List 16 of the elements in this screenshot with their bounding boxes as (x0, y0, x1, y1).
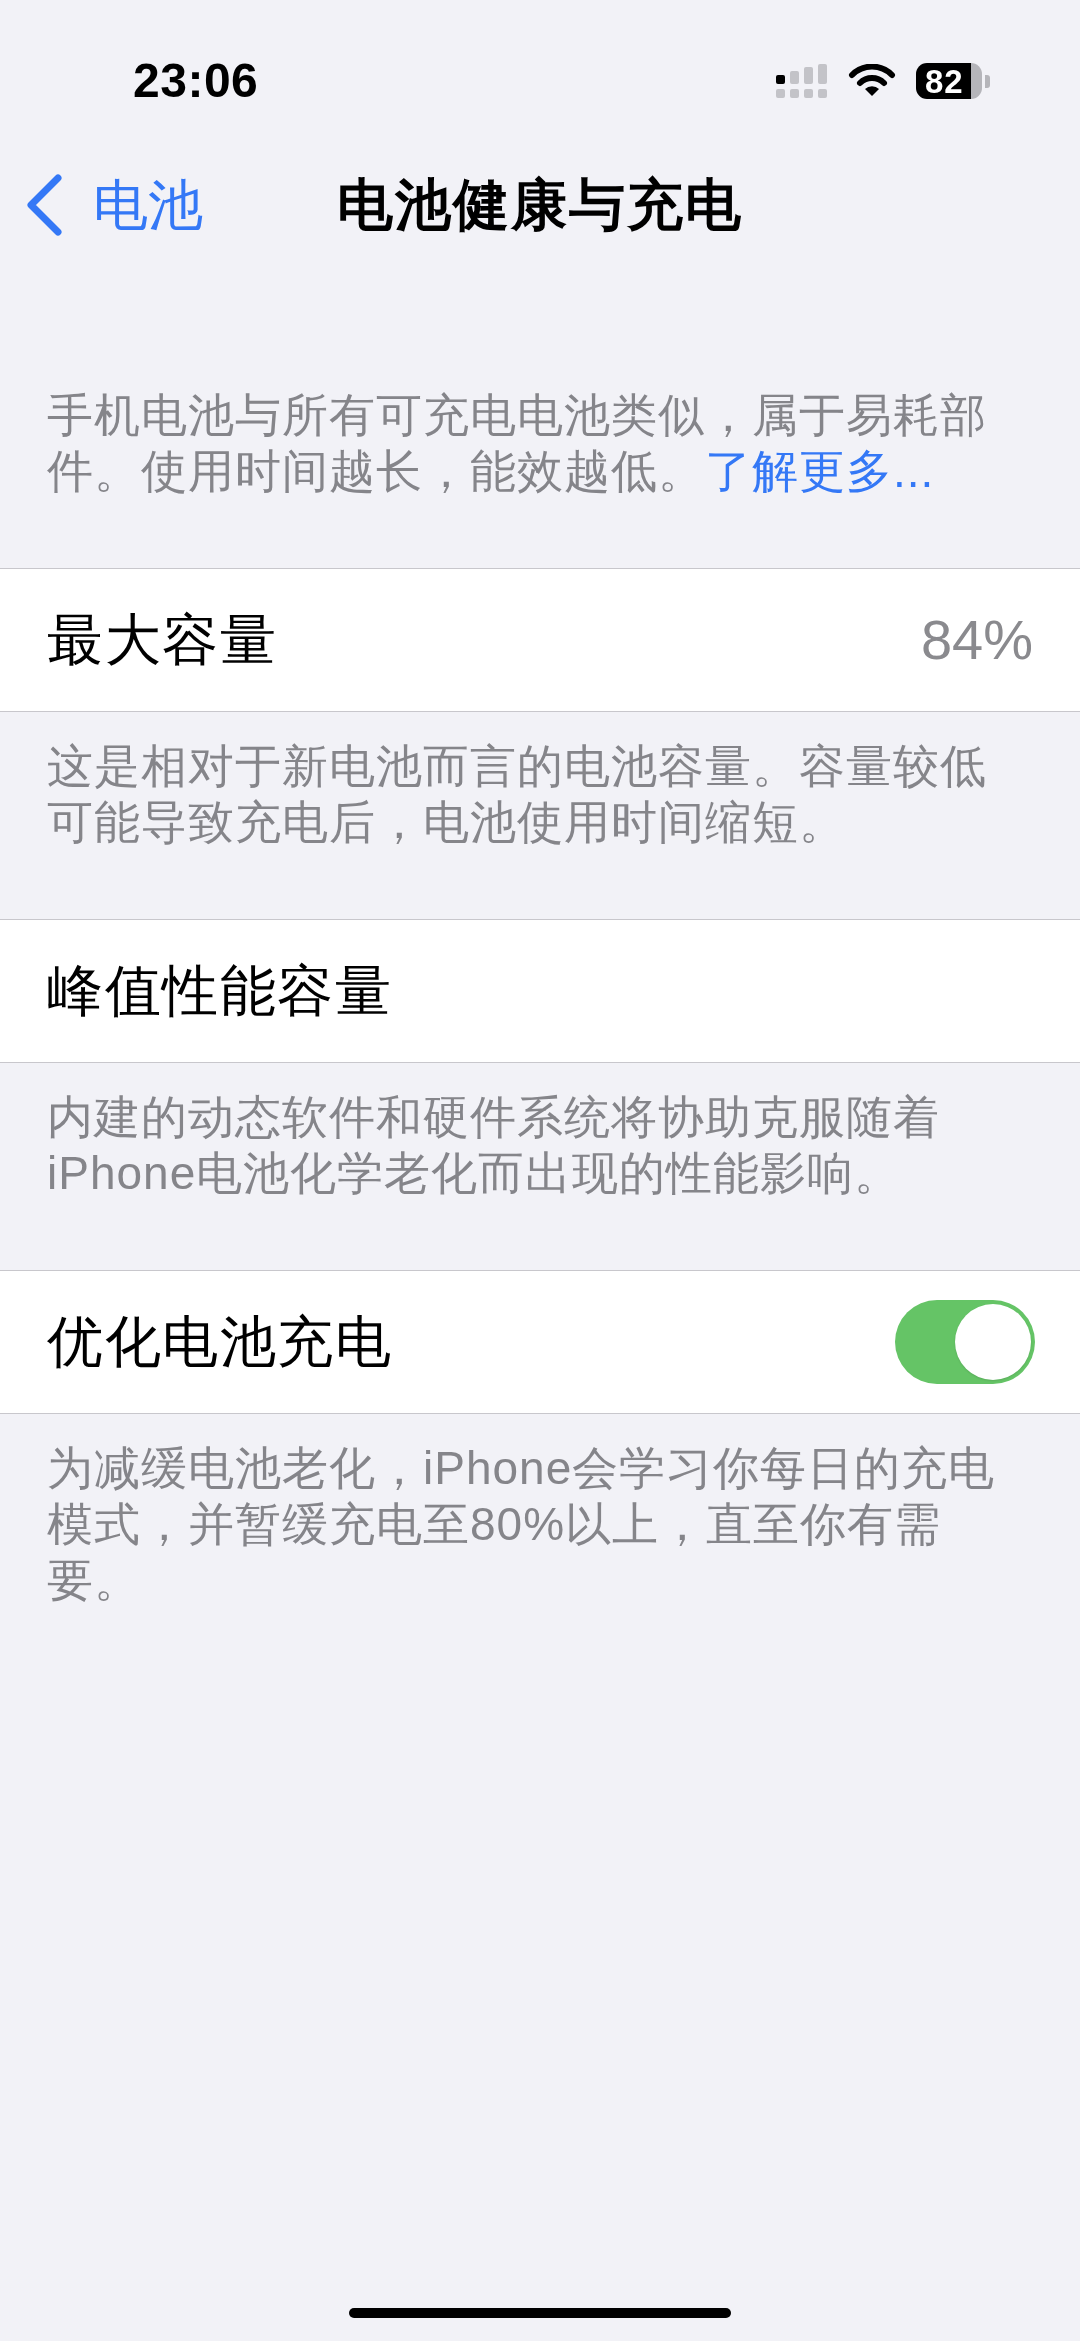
intro-text: 手机电池与所有可充电电池类似，属于易耗部件。使用时间越长，能效越低。了解更多... (47, 388, 988, 499)
footer-text: 这是相对于新电池而言的电池容量。容量较低可能导致充电后，电池使用时间缩短。 (47, 739, 988, 850)
battery-indicator: 82 (916, 63, 990, 99)
row-label: 优化电池充电 (47, 1309, 392, 1376)
chevron-left-icon (25, 174, 63, 236)
footer-text: 为减缓电池老化，iPhone会学习你每日的充电模式，并暂缓充电至80%以上，直至你有需要。 (47, 1441, 997, 1608)
page-title: 电池健康与充电 (337, 172, 743, 239)
footer-text: 内建的动态软件和硬件系统将协助克服随着iPhone电池化学老化而出现的性能影响。 (47, 1090, 941, 1201)
row-label: 峰值性能容量 (47, 958, 392, 1025)
wifi-icon (848, 64, 896, 98)
row-value: 84% (920, 607, 1033, 674)
back-button[interactable]: 电池 (25, 172, 203, 238)
learn-more-link[interactable]: 了解更多... (705, 445, 935, 497)
row-label: 最大容量 (47, 607, 277, 674)
status-time: 23:06 (133, 54, 259, 108)
signal-icon (776, 64, 828, 98)
